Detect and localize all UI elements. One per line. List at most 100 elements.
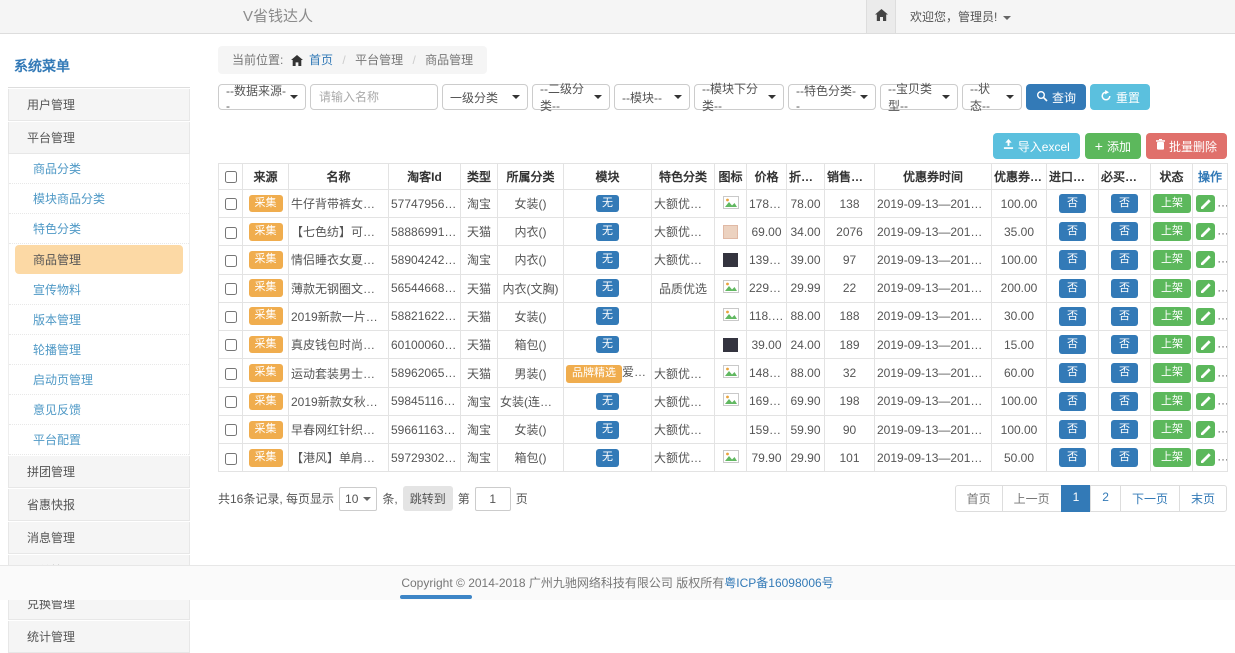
horizontal-scrollbar-thumb[interactable] — [400, 595, 472, 599]
must-buy-toggle[interactable]: 否 — [1111, 250, 1138, 269]
pager-button-末页[interactable]: 末页 — [1179, 485, 1227, 512]
row-checkbox[interactable] — [225, 339, 237, 351]
edit-button[interactable] — [1196, 195, 1215, 212]
batch-delete-button[interactable]: 批量删除 — [1146, 133, 1227, 159]
edit-button[interactable] — [1196, 308, 1215, 325]
pager-button-1[interactable]: 1 — [1061, 485, 1092, 512]
row-checkbox[interactable] — [225, 283, 237, 295]
row-checkbox[interactable] — [225, 368, 237, 380]
must-buy-toggle[interactable]: 否 — [1111, 307, 1138, 326]
add-button[interactable]: + 添加 — [1085, 133, 1141, 159]
item-type-select[interactable]: --宝贝类型-- — [880, 84, 958, 110]
must-buy-toggle[interactable]: 否 — [1111, 448, 1138, 467]
status-select[interactable]: --状态-- — [962, 84, 1022, 110]
sidebar-item-特色分类[interactable]: 特色分类 — [9, 214, 189, 244]
sidebar-item-商品分类[interactable]: 商品分类 — [9, 154, 189, 184]
edit-button[interactable] — [1196, 365, 1215, 382]
sidebar-group-消息管理[interactable]: 消息管理 — [8, 522, 190, 554]
import-select-toggle[interactable]: 否 — [1059, 194, 1086, 213]
must-buy-toggle[interactable]: 否 — [1111, 420, 1138, 439]
status-toggle[interactable]: 上架 — [1153, 279, 1191, 298]
row-checkbox[interactable] — [225, 198, 237, 210]
import-select-toggle[interactable]: 否 — [1059, 392, 1086, 411]
status-toggle[interactable]: 上架 — [1153, 250, 1191, 269]
home-button[interactable] — [866, 0, 896, 33]
pager-button-2[interactable]: 2 — [1090, 485, 1121, 512]
edit-button[interactable] — [1196, 421, 1215, 438]
cell-module: 无 — [564, 302, 652, 330]
row-checkbox[interactable] — [225, 255, 237, 267]
must-buy-toggle[interactable]: 否 — [1111, 279, 1138, 298]
status-toggle[interactable]: 上架 — [1153, 363, 1191, 382]
import-select-toggle[interactable]: 否 — [1059, 420, 1086, 439]
search-button[interactable]: 查询 — [1026, 84, 1086, 110]
status-toggle[interactable]: 上架 — [1153, 194, 1191, 213]
status-toggle[interactable]: 上架 — [1153, 392, 1191, 411]
sidebar-item-版本管理[interactable]: 版本管理 — [9, 305, 189, 335]
cell-sales: 188 — [825, 302, 875, 330]
import-select-toggle[interactable]: 否 — [1059, 250, 1086, 269]
sidebar-item-启动页管理[interactable]: 启动页管理 — [9, 365, 189, 395]
sidebar-item-宣传物料[interactable]: 宣传物料 — [9, 275, 189, 305]
edit-button[interactable] — [1196, 336, 1215, 353]
must-buy-toggle[interactable]: 否 — [1111, 363, 1138, 382]
status-toggle[interactable]: 上架 — [1153, 335, 1191, 354]
row-checkbox[interactable] — [225, 311, 237, 323]
user-menu[interactable]: 欢迎您，管理员! — [910, 8, 1011, 25]
status-toggle[interactable]: 上架 — [1153, 448, 1191, 467]
sidebar-item-模块商品分类[interactable]: 模块商品分类 — [9, 184, 189, 214]
page-number-input[interactable] — [475, 487, 511, 511]
per-page-select[interactable]: 10 — [339, 487, 377, 511]
import-select-toggle[interactable]: 否 — [1059, 222, 1086, 241]
import-select-toggle[interactable]: 否 — [1059, 279, 1086, 298]
row-checkbox[interactable] — [225, 396, 237, 408]
sidebar-item-意见反馈[interactable]: 意见反馈 — [9, 395, 189, 425]
level2-category-select[interactable]: --二级分类-- — [532, 84, 610, 110]
row-checkbox[interactable] — [225, 227, 237, 239]
edit-button[interactable] — [1196, 223, 1215, 240]
icp-link[interactable]: 粤ICP备16098006号 — [724, 576, 833, 590]
module-select[interactable]: --模块-- — [614, 84, 690, 110]
column-header-类型: 类型 — [461, 164, 498, 190]
pager-button-上一页[interactable]: 上一页 — [1002, 485, 1062, 512]
sidebar-group-拼团管理[interactable]: 拼团管理 — [8, 456, 190, 488]
jump-button[interactable]: 跳转到 — [403, 486, 453, 511]
must-buy-toggle[interactable]: 否 — [1111, 194, 1138, 213]
sidebar-group-用户管理[interactable]: 用户管理 — [8, 89, 190, 121]
module-subcategory-select[interactable]: --模块下分类-- — [694, 84, 784, 110]
edit-button[interactable] — [1196, 280, 1215, 297]
sidebar-item-平台配置[interactable]: 平台配置 — [9, 425, 189, 455]
row-checkbox[interactable] — [225, 424, 237, 436]
must-buy-toggle[interactable]: 否 — [1111, 392, 1138, 411]
import-excel-button[interactable]: 导入excel — [993, 133, 1080, 159]
edit-button[interactable] — [1196, 449, 1215, 466]
feature-category-select[interactable]: --特色分类-- — [788, 84, 876, 110]
sidebar-item-商品管理[interactable]: 商品管理 — [15, 245, 183, 274]
pager-button-首页[interactable]: 首页 — [955, 485, 1003, 512]
data-source-select[interactable]: --数据来源-- — [218, 84, 306, 110]
name-search-input[interactable] — [310, 84, 438, 110]
import-select-toggle[interactable]: 否 — [1059, 335, 1086, 354]
module-none-badge: 无 — [596, 279, 619, 297]
import-select-toggle[interactable]: 否 — [1059, 363, 1086, 382]
sidebar-group-省惠快报[interactable]: 省惠快报 — [8, 489, 190, 521]
cell-icon — [715, 302, 747, 330]
status-toggle[interactable]: 上架 — [1153, 307, 1191, 326]
edit-button[interactable] — [1196, 393, 1215, 410]
edit-button[interactable] — [1196, 251, 1215, 268]
sidebar-group-平台管理[interactable]: 平台管理 — [8, 122, 190, 154]
level1-category-select[interactable]: 一级分类 — [442, 84, 528, 110]
import-select-toggle[interactable]: 否 — [1059, 448, 1086, 467]
pager-button-下一页[interactable]: 下一页 — [1120, 485, 1180, 512]
reset-button[interactable]: 重置 — [1090, 84, 1150, 110]
select-all-checkbox[interactable] — [225, 171, 237, 183]
sidebar-group-统计管理[interactable]: 统计管理 — [8, 621, 190, 653]
import-select-toggle[interactable]: 否 — [1059, 307, 1086, 326]
must-buy-toggle[interactable]: 否 — [1111, 222, 1138, 241]
status-toggle[interactable]: 上架 — [1153, 420, 1191, 439]
breadcrumb-home-link[interactable]: 首页 — [309, 53, 333, 67]
sidebar-item-轮播管理[interactable]: 轮播管理 — [9, 335, 189, 365]
row-checkbox[interactable] — [225, 453, 237, 465]
must-buy-toggle[interactable]: 否 — [1111, 335, 1138, 354]
status-toggle[interactable]: 上架 — [1153, 222, 1191, 241]
